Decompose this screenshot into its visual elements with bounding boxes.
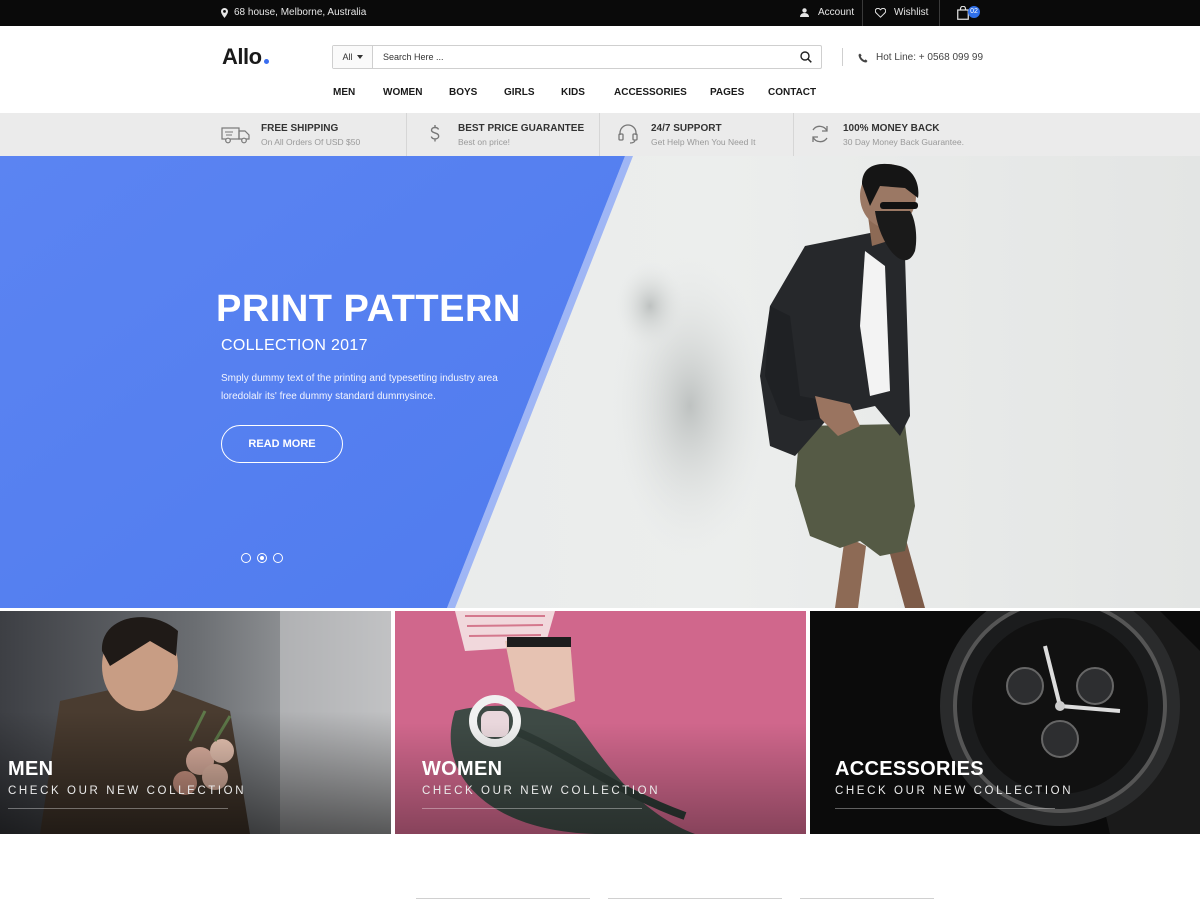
category-name: WOMEN [422, 758, 503, 780]
header-divider [842, 48, 843, 66]
men-category-image [0, 611, 391, 834]
feature-divider [406, 113, 407, 156]
hero-subtitle: COLLECTION 2017 [221, 337, 368, 354]
location-pin-icon [221, 7, 228, 18]
women-category-image [395, 611, 806, 834]
hero-title: PRINT PATTERN [216, 288, 521, 330]
nav-item-pages[interactable]: PAGES [710, 87, 744, 98]
nav-item-contact[interactable]: CONTACT [768, 87, 816, 98]
search-input[interactable] [373, 47, 791, 67]
slider-dot-active[interactable] [257, 553, 267, 563]
logo-text: Allo [222, 44, 262, 69]
cart-count-badge: 02 [968, 6, 980, 18]
slider-dots [241, 553, 283, 563]
category-subtitle: CHECK OUR NEW COLLECTION [422, 785, 661, 797]
nav-item-women[interactable]: WOMEN [383, 87, 422, 98]
category-underline [422, 808, 642, 809]
feature-title: 100% MONEY BACK [843, 123, 940, 134]
category-subtitle: CHECK OUR NEW COLLECTION [835, 785, 1074, 797]
hero-description: Smply dummy text of the printing and typ… [221, 373, 498, 402]
hotline: Hot Line: + 0568 099 99 [858, 52, 983, 63]
feature-subtitle: 30 Day Money Back Guarantee. [843, 137, 964, 147]
search-category-value: All [342, 52, 353, 62]
wishlist-link[interactable]: Wishlist [875, 7, 928, 18]
address-text: 68 house, Melborne, Australia [234, 7, 367, 18]
nav-item-girls[interactable]: GIRLS [504, 87, 535, 98]
main-nav: MEN WOMEN BOYS GIRLS KIDS ACCESSORIES PA… [0, 87, 1200, 101]
model-figure [760, 163, 925, 608]
feature-subtitle: Best on price! [458, 137, 510, 147]
site-logo[interactable]: Allo [222, 44, 269, 70]
store-address: 68 house, Melborne, Australia [221, 7, 366, 18]
category-tile-women[interactable]: WOMEN CHECK OUR NEW COLLECTION [395, 611, 806, 834]
slider-dot[interactable] [273, 553, 283, 563]
accessories-category-image [810, 611, 1200, 834]
delivery-truck-icon [221, 127, 250, 144]
headset-icon [618, 124, 638, 144]
features-bar: FREE SHIPPING On All Orders Of USD $50 B… [0, 113, 1200, 156]
caret-down-icon [356, 55, 363, 59]
category-name: MEN [8, 758, 54, 780]
search-icon [800, 51, 812, 63]
topbar-divider [939, 0, 940, 26]
category-subtitle: CHECK OUR NEW COLLECTION [8, 785, 247, 797]
user-icon [800, 8, 809, 17]
heart-icon [875, 7, 886, 18]
account-label: Account [818, 7, 855, 18]
feature-title: FREE SHIPPING [261, 123, 339, 134]
topbar-divider [862, 0, 863, 26]
top-bar: 68 house, Melborne, Australia Account Wi… [0, 0, 1200, 26]
hero-slider: PRINT PATTERN COLLECTION 2017 Smply dumm… [0, 156, 1200, 608]
category-tile-accessories[interactable]: ACCESSORIES CHECK OUR NEW COLLECTION [810, 611, 1200, 834]
slider-dot[interactable] [241, 553, 251, 563]
feature-divider [599, 113, 600, 156]
dollar-icon [430, 125, 440, 142]
divider-line [608, 898, 782, 899]
refresh-icon [812, 125, 828, 143]
phone-icon [858, 53, 868, 62]
search-bar: All [332, 45, 822, 69]
divider-line [416, 898, 590, 899]
search-category-select[interactable]: All [333, 46, 373, 68]
category-tile-men[interactable]: MEN CHECK OUR NEW COLLECTION [0, 611, 391, 834]
feature-subtitle: On All Orders Of USD $50 [261, 137, 361, 147]
feature-title: BEST PRICE GUARANTEE [458, 123, 585, 134]
feature-subtitle: Get Help When You Need It [651, 137, 756, 147]
search-button[interactable] [791, 46, 821, 68]
hero-background [0, 156, 925, 608]
logo-dot [263, 59, 269, 64]
read-more-button[interactable]: READ MORE [221, 425, 343, 463]
divider-line [800, 898, 934, 899]
wishlist-label: Wishlist [894, 7, 929, 18]
feature-divider [793, 113, 794, 156]
nav-item-men[interactable]: MEN [333, 87, 355, 98]
category-underline [8, 808, 228, 809]
feature-title: 24/7 SUPPORT [651, 123, 722, 134]
nav-item-boys[interactable]: BOYS [449, 87, 477, 98]
category-name: ACCESSORIES [835, 758, 984, 780]
account-link[interactable]: Account [800, 7, 854, 18]
nav-item-kids[interactable]: KIDS [561, 87, 585, 98]
category-underline [835, 808, 1055, 809]
hotline-text: Hot Line: + 0568 099 99 [876, 52, 984, 63]
nav-item-accessories[interactable]: ACCESSORIES [614, 87, 687, 98]
